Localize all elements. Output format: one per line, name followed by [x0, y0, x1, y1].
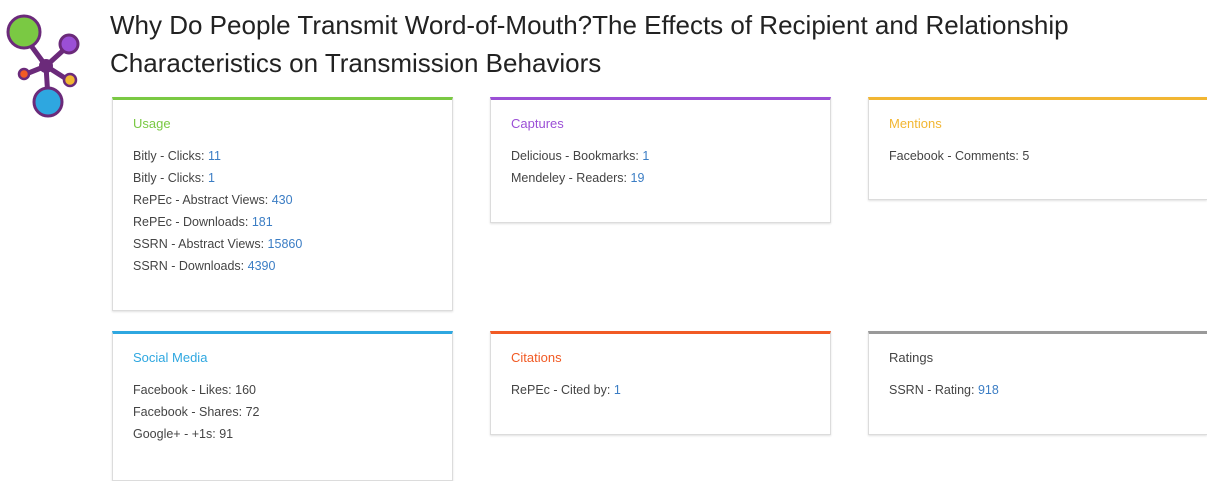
article-title-line-2: Characteristics on Transmission Behavior… [110, 48, 602, 78]
metric-row: SSRN - Rating: 918 [889, 379, 1187, 401]
metric-value[interactable]: 918 [978, 383, 999, 397]
metric-label: Facebook - Likes: [133, 383, 232, 397]
metric-row: Mendeley - Readers: 19 [511, 167, 810, 189]
metric-label: RePEc - Abstract Views: [133, 193, 269, 207]
metric-row: Facebook - Likes: 160 [133, 379, 432, 401]
metric-row: SSRN - Abstract Views: 15860 [133, 233, 432, 255]
metric-value[interactable]: 1 [208, 171, 215, 185]
mentions-heading: Mentions [889, 116, 942, 131]
metric-label: Facebook - Comments: [889, 149, 1019, 163]
metric-row: Facebook - Shares: 72 [133, 401, 432, 423]
metric-row: SSRN - Downloads: 4390 [133, 255, 432, 277]
social-media-heading: Social Media [133, 350, 208, 365]
citations-card: Citations RePEc - Cited by: 1 [490, 331, 831, 435]
metric-row: Facebook - Comments: 5 [889, 145, 1187, 167]
metric-label: Bitly - Clicks: [133, 171, 205, 185]
metric-row: Bitly - Clicks: 11 [133, 145, 432, 167]
metric-label: Google+ - +1s: [133, 427, 216, 441]
metric-value: 5 [1022, 149, 1030, 163]
metric-label: SSRN - Abstract Views: [133, 237, 265, 251]
metric-label: SSRN - Rating: [889, 383, 975, 397]
article-title-line-1: Why Do People Transmit Word-of-Mouth?The… [110, 10, 1069, 40]
mentions-card: Mentions Facebook - Comments: 5 [868, 97, 1207, 200]
metric-value[interactable]: 430 [272, 193, 293, 207]
metric-row: Bitly - Clicks: 1 [133, 167, 432, 189]
metric-value: 160 [235, 383, 257, 397]
article-title: Why Do People Transmit Word-of-Mouth?The… [110, 6, 1207, 82]
metric-row: RePEc - Abstract Views: 430 [133, 189, 432, 211]
metric-label: RePEc - Cited by: [511, 383, 611, 397]
usage-heading: Usage [133, 116, 171, 131]
metric-row: RePEc - Downloads: 181 [133, 211, 432, 233]
plumx-logo [6, 14, 80, 118]
metric-row: Google+ - +1s: 91 [133, 423, 432, 445]
usage-card: Usage Bitly - Clicks: 11 Bitly - Clicks: … [112, 97, 453, 311]
ratings-card: Ratings SSRN - Rating: 918 [868, 331, 1207, 435]
citations-heading: Citations [511, 350, 562, 365]
metric-label: Delicious - Bookmarks: [511, 149, 639, 163]
metric-value: 72 [245, 405, 260, 419]
metric-label: Mendeley - Readers: [511, 171, 628, 185]
metric-value[interactable]: 1 [642, 149, 649, 163]
metric-label: RePEc - Downloads: [133, 215, 249, 229]
metric-label: SSRN - Downloads: [133, 259, 245, 273]
metric-label: Facebook - Shares: [133, 405, 243, 419]
captures-card: Captures Delicious - Bookmarks: 1 Mendele… [490, 97, 831, 223]
metric-value[interactable]: 181 [252, 215, 273, 229]
captures-heading: Captures [511, 116, 564, 131]
metric-value[interactable]: 11 [208, 149, 221, 163]
ratings-heading: Ratings [889, 350, 934, 365]
metric-row: Delicious - Bookmarks: 1 [511, 145, 810, 167]
social-media-card: Social Media Facebook - Likes: 160 Facebo… [112, 331, 453, 481]
metric-value[interactable]: 4390 [248, 259, 276, 273]
metric-row: RePEc - Cited by: 1 [511, 379, 810, 401]
metric-value: 91 [219, 427, 234, 441]
metric-value[interactable]: 15860 [268, 237, 303, 251]
metric-value[interactable]: 1 [614, 383, 621, 397]
metric-label: Bitly - Clicks: [133, 149, 205, 163]
metric-value[interactable]: 19 [631, 171, 645, 185]
